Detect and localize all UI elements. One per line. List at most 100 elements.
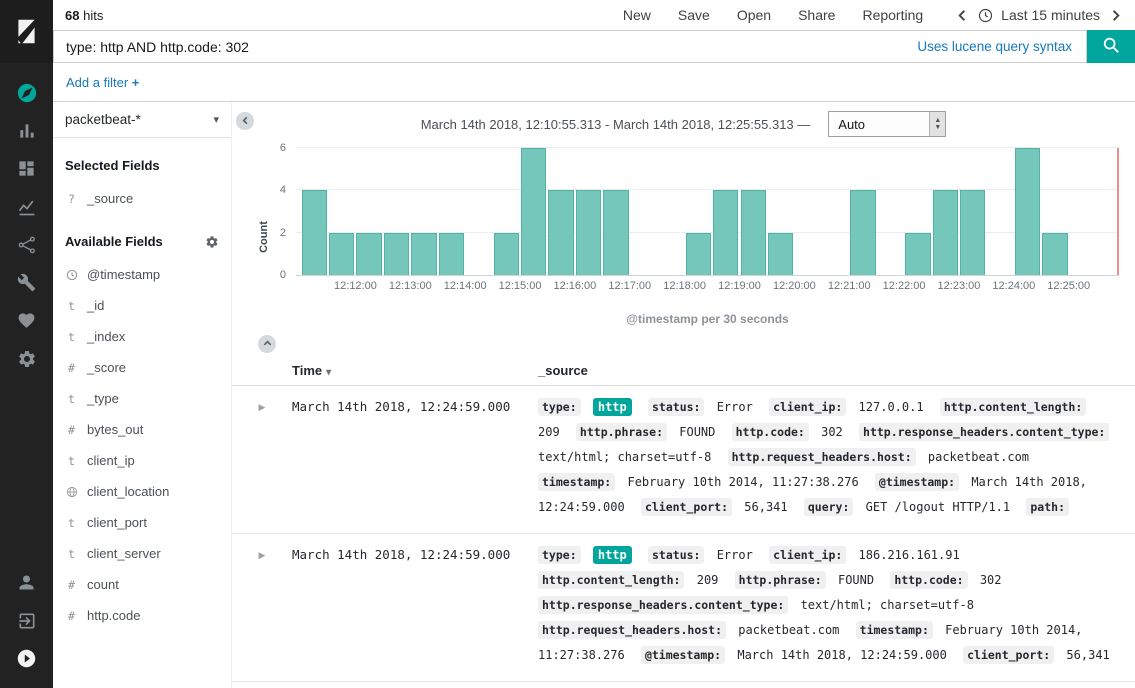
histogram-bar[interactable] <box>713 190 738 275</box>
y-tick-label: 6 <box>280 142 286 154</box>
time-range-title: March 14th 2018, 12:10:55.313 - March 14… <box>421 117 811 132</box>
histogram-bar[interactable] <box>384 233 409 275</box>
histogram-bar[interactable] <box>603 190 628 275</box>
fields-settings-gear-icon[interactable] <box>205 235 219 249</box>
field-item-client_server[interactable]: tclient_server <box>53 538 231 569</box>
menu-item-reporting[interactable]: Reporting <box>862 7 923 23</box>
add-filter-link[interactable]: Add a filter + <box>66 75 139 90</box>
doc-source: type: http status: Error client_ip: 127.… <box>538 395 1135 523</box>
add-filter-label: Add a filter <box>66 75 128 90</box>
field-item-bytes_out[interactable]: #bytes_out <box>53 414 231 445</box>
nav-timelion[interactable] <box>0 190 53 228</box>
search-bar: Uses lucene query syntax <box>53 30 1135 63</box>
fields-panel: packetbeat-* ▾ Selected Fields ? _source… <box>53 102 232 688</box>
menu-item-share[interactable]: Share <box>798 7 835 23</box>
field-value: text/html; charset=utf-8 <box>538 450 711 464</box>
field-item-count[interactable]: #count <box>53 569 231 600</box>
field-item-http.code[interactable]: #http.code <box>53 600 231 631</box>
search-button[interactable] <box>1087 30 1135 63</box>
field-item-_id[interactable]: t_id <box>53 290 231 321</box>
nav-docs[interactable] <box>0 642 53 680</box>
histogram-bar[interactable] <box>960 190 985 275</box>
time-forward-chevron-icon[interactable] <box>1108 8 1123 23</box>
time-back-chevron-icon[interactable] <box>955 8 970 23</box>
histogram-bar[interactable] <box>850 190 875 275</box>
x-tick-label: 12:15:00 <box>499 280 542 292</box>
nav-monitoring[interactable] <box>0 304 53 342</box>
index-pattern-label: packetbeat-* <box>65 112 141 127</box>
histogram-bar[interactable] <box>521 148 546 275</box>
number-type-icon: # <box>65 578 78 592</box>
interval-select[interactable]: Auto ▲▼ <box>828 111 946 137</box>
kibana-logo[interactable] <box>0 0 53 63</box>
source-column-header: _source <box>538 363 1135 378</box>
histogram-bar[interactable] <box>329 233 354 275</box>
field-name-badge: client_port: <box>963 646 1054 664</box>
time-picker[interactable]: Last 15 minutes <box>955 7 1127 23</box>
field-name-badge: http.phrase: <box>735 571 826 589</box>
field-value: 127.0.0.1 <box>859 400 924 414</box>
menu-item-open[interactable]: Open <box>737 7 771 23</box>
collapse-fields-panel-button[interactable] <box>236 112 254 130</box>
histogram-bar[interactable] <box>768 233 793 275</box>
field-value: 56,341 <box>1066 648 1109 662</box>
search-input[interactable] <box>54 39 917 55</box>
menu-item-save[interactable]: Save <box>678 7 710 23</box>
histogram-bar[interactable] <box>1042 233 1067 275</box>
collapse-chart-button[interactable] <box>258 335 276 353</box>
nav-logout[interactable] <box>0 604 53 642</box>
expand-caret[interactable]: ▶ <box>232 543 292 671</box>
histogram-bar[interactable] <box>548 190 573 275</box>
histogram-bar[interactable] <box>933 190 958 275</box>
field-value: Error <box>717 400 753 414</box>
histogram-bar[interactable] <box>686 233 711 275</box>
x-tick-label: 12:21:00 <box>828 280 871 292</box>
histogram-bar[interactable] <box>576 190 601 275</box>
field-item-_score[interactable]: #_score <box>53 352 231 383</box>
number-type-icon: # <box>65 423 78 437</box>
field-item-client_ip[interactable]: tclient_ip <box>53 445 231 476</box>
time-column-header[interactable]: Time▾ <box>292 363 538 378</box>
field-item-client_location[interactable]: client_location <box>53 476 231 507</box>
search-icon <box>1102 36 1120 57</box>
y-axis-label: Count <box>258 215 270 259</box>
histogram-bar[interactable] <box>494 233 519 275</box>
lucene-syntax-link[interactable]: Uses lucene query syntax <box>917 39 1072 54</box>
histogram-bar[interactable] <box>356 233 381 275</box>
histogram-bar[interactable] <box>1015 148 1040 275</box>
field-value: 302 <box>980 573 1002 587</box>
field-name-badge: client_port: <box>641 498 732 516</box>
histogram-bar[interactable] <box>302 190 327 275</box>
doc-source: type: http status: Error client_ip: 186.… <box>538 543 1135 671</box>
time-picker-label[interactable]: Last 15 minutes <box>1001 7 1100 23</box>
field-item-client_port[interactable]: tclient_port <box>53 507 231 538</box>
nav-discover[interactable] <box>0 76 53 114</box>
histogram-bar[interactable] <box>905 233 930 275</box>
nav-visualize[interactable] <box>0 114 53 152</box>
histogram-bar[interactable] <box>439 233 464 275</box>
field-item-_source[interactable]: ? _source <box>53 183 231 214</box>
nav-dev-tools[interactable] <box>0 266 53 304</box>
field-item-_type[interactable]: t_type <box>53 383 231 414</box>
x-tick-label: 12:23:00 <box>938 280 981 292</box>
dashboard-icon <box>17 159 36 183</box>
field-value: March 14th 2018, 12:24:59.000 <box>737 648 947 662</box>
filter-bar: Add a filter + <box>53 63 1135 102</box>
histogram-bar[interactable] <box>741 190 766 275</box>
expand-caret[interactable]: ▶ <box>232 395 292 523</box>
selected-fields-title: Selected Fields <box>53 138 231 183</box>
field-item-_index[interactable]: t_index <box>53 321 231 352</box>
nav-management[interactable] <box>0 342 53 380</box>
nav-account[interactable] <box>0 566 53 604</box>
menu-item-new[interactable]: New <box>623 7 651 23</box>
field-item-@timestamp[interactable]: @timestamp <box>53 259 231 290</box>
x-axis: 12:12:0012:13:0012:14:0012:15:0012:16:00… <box>296 280 1119 296</box>
x-tick-label: 12:13:00 <box>389 280 432 292</box>
field-value: packetbeat.com <box>928 450 1029 464</box>
field-label: _score <box>87 360 126 375</box>
index-pattern-selector[interactable]: packetbeat-* ▾ <box>53 102 231 138</box>
histogram-bar[interactable] <box>411 233 436 275</box>
hits-count: 68 hits <box>65 8 103 23</box>
nav-machine-learning[interactable] <box>0 228 53 266</box>
nav-dashboard[interactable] <box>0 152 53 190</box>
